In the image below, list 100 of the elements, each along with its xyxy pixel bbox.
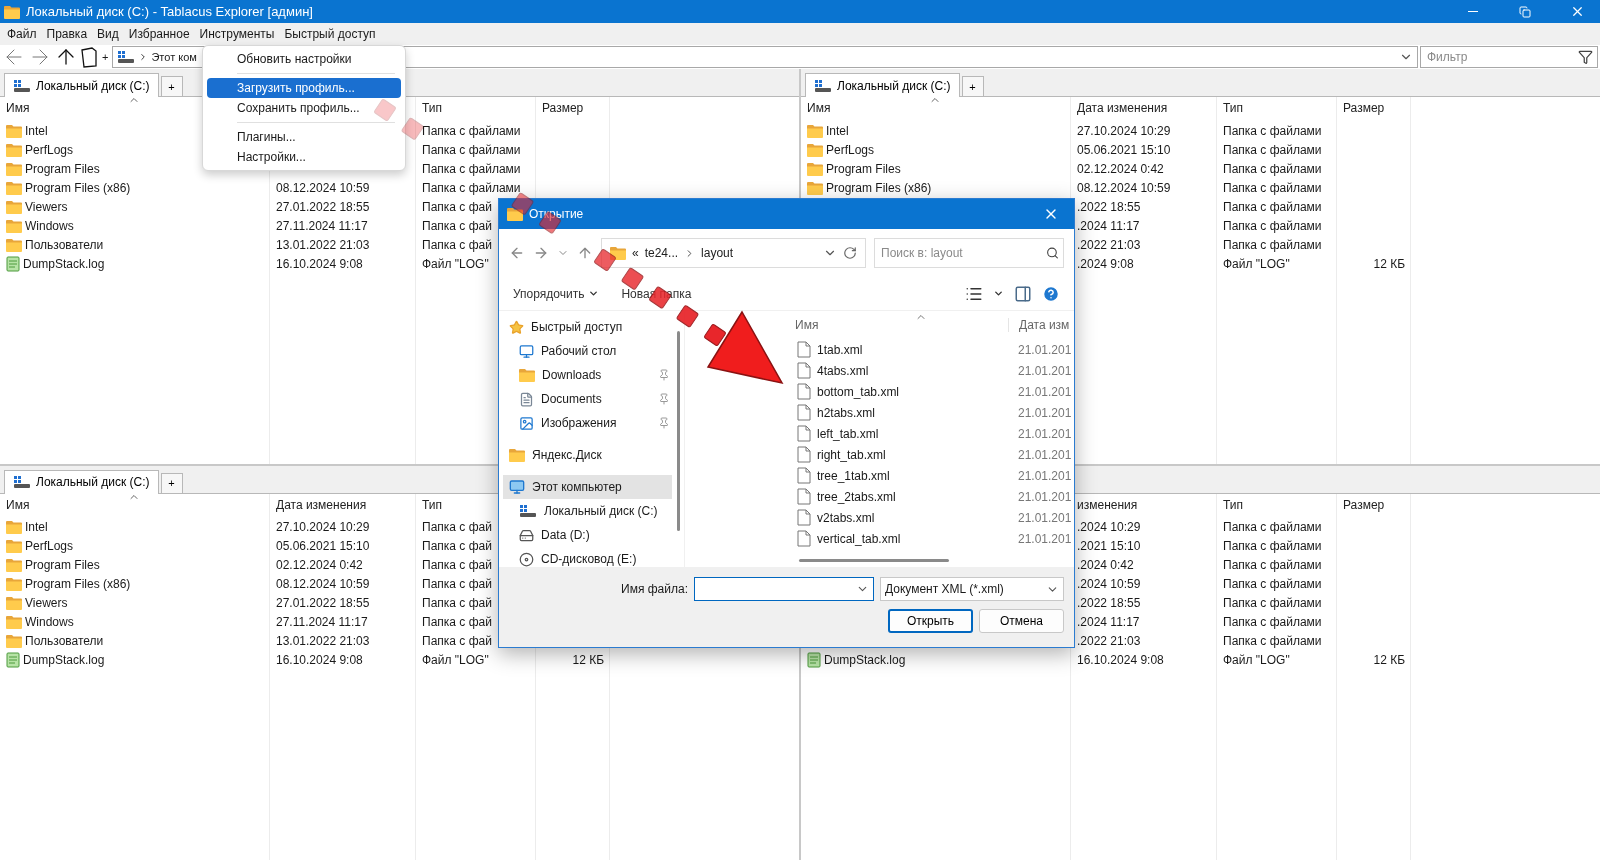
file-name-field[interactable] (694, 577, 874, 601)
refresh-icon[interactable] (843, 246, 857, 260)
file-name[interactable]: Windows (25, 615, 74, 629)
menu-item[interactable]: Загрузить профиль... (207, 78, 401, 98)
up-arrow-icon (577, 245, 593, 261)
file-name[interactable]: Windows (25, 218, 74, 233)
file-type-select[interactable]: Документ XML (*.xml) (880, 577, 1064, 601)
column-header[interactable]: Имя (785, 318, 1008, 332)
new-tab-button[interactable]: + (961, 76, 984, 96)
nav-item[interactable]: Яндекс.Диск (503, 443, 672, 467)
menu-item[interactable]: Вид (92, 25, 124, 43)
file-name[interactable]: v2tabs.xml (817, 510, 875, 525)
breadcrumb-item[interactable]: layout (701, 246, 734, 260)
folder-icon (6, 142, 22, 157)
file-name[interactable]: left_tab.xml (817, 426, 879, 441)
file-name[interactable]: 4tabs.xml (817, 363, 869, 378)
file-name[interactable]: Program Files (x86) (25, 180, 131, 195)
file-name[interactable]: Viewers (25, 199, 68, 214)
nav-item[interactable]: Data (D:) (503, 523, 672, 547)
dialog-title: Открытие (529, 207, 585, 221)
preview-pane-icon[interactable] (1014, 284, 1032, 303)
column-header[interactable]: Имя (807, 101, 831, 115)
nav-item[interactable]: CD-дисковод (E:) (503, 547, 672, 571)
menu-item[interactable]: Плагины... (207, 127, 401, 147)
file-name[interactable]: right_tab.xml (817, 447, 886, 462)
column-header[interactable]: Тип (422, 101, 442, 115)
column-header[interactable]: Дата изменения (276, 497, 367, 512)
file-name[interactable]: Пользователи (25, 634, 104, 648)
column-header[interactable]: Дата изм (1008, 318, 1074, 332)
nav-item[interactable]: Documents (503, 387, 672, 411)
tab[interactable]: Локальный диск (C:) (4, 469, 159, 494)
file-name[interactable]: Intel (826, 123, 849, 138)
nav-item[interactable]: Этот компьютер (503, 475, 672, 499)
command-button[interactable]: Упорядочить (513, 286, 600, 301)
file-name[interactable]: PerfLogs (25, 142, 74, 157)
column-header[interactable]: Имя (6, 497, 30, 512)
add-button[interactable]: + (100, 51, 111, 63)
nav-item[interactable]: Изображения (503, 411, 672, 435)
tab[interactable]: Локальный диск (C:) (805, 73, 960, 97)
menu-item[interactable]: Настройки... (207, 147, 401, 167)
help-icon[interactable] (1042, 284, 1060, 303)
file-name[interactable]: tree_2tabs.xml (817, 489, 896, 504)
new-tab-button[interactable]: + (160, 472, 183, 493)
column-header[interactable]: Размер (542, 101, 584, 115)
menu-item[interactable]: Обновить настройки (207, 49, 401, 69)
file-name[interactable]: Intel (25, 520, 48, 534)
column-header[interactable]: изменения (1077, 497, 1138, 512)
drive-icon (117, 50, 136, 64)
menu-item[interactable]: Избранное (123, 25, 195, 43)
column-header[interactable]: Имя (6, 101, 30, 115)
file-name[interactable]: DumpStack.log (23, 653, 105, 667)
menu-item[interactable]: Файл (2, 25, 42, 43)
column-header[interactable]: Размер (1343, 497, 1385, 512)
search-field[interactable]: Поиск в: layout (874, 238, 1064, 268)
caret-icon[interactable] (993, 288, 1004, 299)
file-name[interactable]: tree_1tab.xml (817, 468, 890, 483)
menu-item[interactable]: Правка (41, 25, 93, 43)
file-name[interactable]: h2tabs.xml (817, 405, 876, 420)
file-name[interactable]: vertical_tab.xml (817, 531, 901, 546)
file-name[interactable]: Program Files (x86) (826, 180, 932, 195)
file-name[interactable]: PerfLogs (25, 539, 74, 553)
overflow-chevrons[interactable]: « (632, 246, 639, 260)
back-button[interactable] (509, 245, 525, 261)
new-tab-button[interactable]: + (160, 76, 183, 96)
column-header[interactable]: Дата изменения (1077, 101, 1168, 115)
file-name[interactable]: DumpStack.log (23, 256, 105, 271)
table-cell-text: 21.01.201 (1017, 468, 1073, 483)
scroll-bar[interactable] (799, 559, 949, 562)
column-header[interactable]: Размер (1343, 101, 1385, 115)
file-name[interactable]: Program Files (25, 161, 100, 176)
file-name[interactable]: Intel (25, 123, 48, 138)
file-name[interactable]: Пользователи (25, 237, 104, 252)
dialog-button[interactable]: Открыть (888, 609, 973, 633)
file-name[interactable]: Program Files (25, 558, 100, 572)
file-name[interactable]: 1tab.xml (817, 342, 863, 357)
file-name[interactable]: DumpStack.log (824, 653, 906, 667)
menu-item[interactable]: Инструменты (194, 25, 280, 43)
file-name[interactable]: Program Files (826, 161, 901, 176)
filter-field[interactable]: Фильтр (1420, 46, 1598, 68)
forward-button[interactable] (533, 245, 549, 261)
file-name[interactable]: PerfLogs (826, 142, 875, 157)
tab[interactable]: Локальный диск (C:) (4, 73, 159, 97)
menu-item[interactable]: Быстрый доступ (279, 25, 381, 43)
column-header[interactable]: Тип (422, 497, 442, 512)
nav-item[interactable]: Быстрый доступ (503, 315, 672, 339)
nav-item[interactable]: Рабочий стол (503, 339, 672, 363)
file-name[interactable]: bottom_tab.xml (817, 384, 900, 399)
column-header[interactable]: Тип (1223, 497, 1243, 512)
file-name[interactable]: Program Files (x86) (25, 577, 131, 591)
menu-item[interactable]: Сохранить профиль... (207, 98, 401, 118)
nav-item[interactable]: Локальный диск (C:) (503, 499, 672, 523)
column-header[interactable]: Тип (1223, 101, 1243, 115)
page-button[interactable] (80, 46, 98, 68)
table-cell: Папка с фай (422, 634, 492, 648)
dialog-button[interactable]: Отмена (979, 609, 1064, 633)
nav-item[interactable]: Downloads (503, 363, 672, 387)
file-name[interactable]: Viewers (25, 596, 68, 610)
scroll-bar[interactable] (677, 331, 680, 531)
breadcrumb-item[interactable]: te24... (644, 246, 679, 260)
table-cell: .2022 21:03 (1077, 634, 1141, 648)
